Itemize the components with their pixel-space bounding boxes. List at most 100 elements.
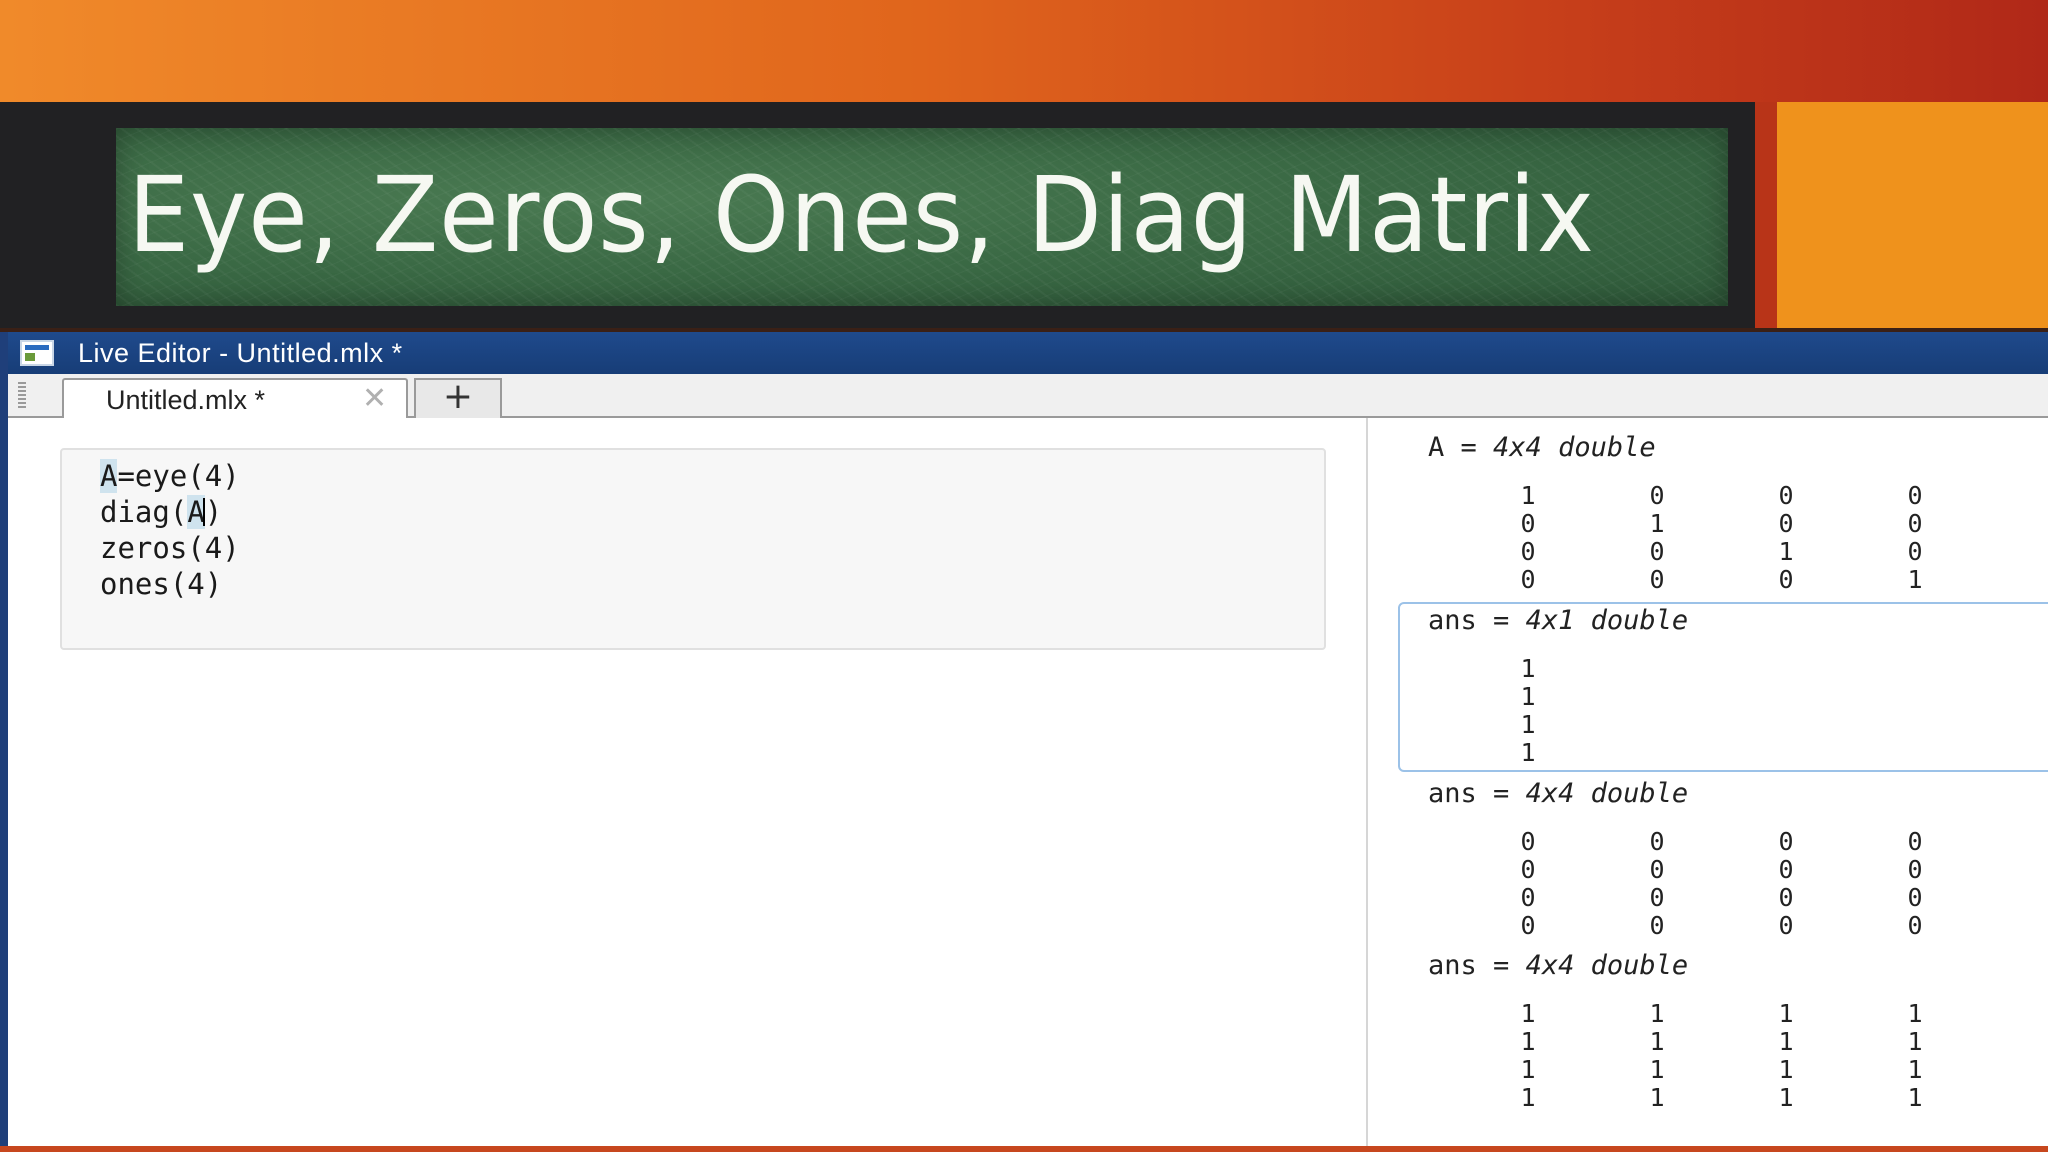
output-equals: = [1476,605,1526,636]
live-editor-app-icon [20,340,54,366]
output-header: A = 4x4 double [1428,433,1656,463]
matrix-cell: 0 [1649,565,1665,594]
window-titlebar[interactable]: Live Editor - Untitled.mlx * [8,332,2048,374]
matrix-row: 1 1 1 1 [0,1028,2048,1056]
matrix-cell: 0 [1907,481,1923,510]
output-size-type: 4x4 double [1525,778,1689,809]
matrix-row: 0 0 0 0 [0,912,2048,940]
matrix-cell: 0 [1520,509,1536,538]
matrix-cell: 0 [1907,509,1923,538]
matrix-cell: 0 [1649,827,1665,856]
matrix-cell: 0 [1907,911,1923,940]
matrix-row: 1 [0,739,2048,767]
matrix-cell: 1 [1520,1055,1536,1084]
matrix-cell: 1 [1520,1083,1536,1112]
output-equals: = [1476,778,1526,809]
matrix-row: 1 1 1 1 [0,1084,2048,1112]
matrix-cell: 0 [1907,537,1923,566]
output-size-type: 4x4 double [1525,950,1689,981]
matrix-cell: 1 [1520,999,1536,1028]
matrix-cell: 1 [1907,999,1923,1028]
matrix-cell: 1 [1778,999,1794,1028]
matrix-row: 0 0 1 0 [0,538,2048,566]
matrix-cell: 0 [1778,855,1794,884]
matrix-cell: 1 [1520,1027,1536,1056]
matrix-cell: 0 [1907,827,1923,856]
matrix-cell: 1 [1649,1027,1665,1056]
matrix-row: 0 0 0 1 [0,566,2048,594]
matrix-cell: 0 [1520,827,1536,856]
matrix-cell: 0 [1520,565,1536,594]
tab-label: Untitled.mlx * [106,385,266,415]
slide-accent-orange [1777,102,2048,328]
matrix-cell: 1 [1907,1055,1923,1084]
matrix-cell: 0 [1649,855,1665,884]
matrix-row: 0 0 0 0 [0,884,2048,912]
document-tabstrip: Untitled.mlx * ✕ + [8,374,2048,420]
matrix-cell: 0 [1778,509,1794,538]
matrix-cell: 1 [1907,565,1923,594]
output-header: ans = 4x1 double [1428,606,1688,636]
output-variable-name: ans [1428,605,1477,636]
output-matrix: 1000010000100001 [0,482,2048,594]
matrix-cell: 1 [1520,481,1536,510]
matrix-cell: 1 [1778,1083,1794,1112]
matrix-cell: 1 [1649,1055,1665,1084]
matrix-cell: 0 [1520,883,1536,912]
slide-title: Eye, Zeros, Ones, Diag Matrix [128,154,1595,276]
output-matrix: 1111 [0,655,2048,767]
matrix-cell: 0 [1649,883,1665,912]
matrix-cell: 1 [1520,654,1536,683]
window-title: Live Editor - Untitled.mlx * [78,338,403,368]
matrix-cell: 0 [1778,481,1794,510]
output-size-type: 4x1 double [1525,605,1689,636]
matrix-row: 0 0 0 0 [0,856,2048,884]
add-tab-button[interactable]: + [414,378,502,418]
output-variable-name: ans [1428,778,1477,809]
matrix-cell: 0 [1907,855,1923,884]
matrix-row: 1 [0,683,2048,711]
matrix-cell: 1 [1778,1055,1794,1084]
matrix-cell: 1 [1907,1083,1923,1112]
output-size-type: 4x4 double [1493,432,1656,463]
tabstrip-grip-handle[interactable] [18,382,26,408]
matrix-cell: 1 [1907,1027,1923,1056]
matrix-cell: 0 [1649,911,1665,940]
output-header: ans = 4x4 double [1428,951,1688,981]
matrix-cell: 1 [1649,509,1665,538]
tab-untitled-mlx[interactable]: Untitled.mlx * ✕ [62,378,408,420]
slide-bottom-strip [0,1146,2048,1152]
matrix-cell: 1 [1778,537,1794,566]
output-header: ans = 4x4 double [1428,779,1688,809]
matrix-cell: 0 [1520,855,1536,884]
matrix-row: 1 1 1 1 [0,1056,2048,1084]
matrix-row: 1 0 0 0 [0,482,2048,510]
matrix-cell: 1 [1520,710,1536,739]
matrix-cell: 1 [1778,1027,1794,1056]
matrix-row: 1 1 1 1 [0,1000,2048,1028]
matrix-cell: 1 [1649,1083,1665,1112]
matrix-cell: 1 [1520,682,1536,711]
matrix-cell: 1 [1520,738,1536,767]
matrix-cell: 0 [1778,565,1794,594]
matrix-row: 0 0 0 0 [0,828,2048,856]
output-variable-name: ans [1428,950,1477,981]
matrix-cell: 0 [1778,827,1794,856]
slide-accent-dark [1755,102,1777,328]
output-equals: = [1444,432,1494,463]
matrix-row: 0 1 0 0 [0,510,2048,538]
matrix-cell: 0 [1907,883,1923,912]
matrix-row: 1 [0,711,2048,739]
output-equals: = [1476,950,1526,981]
slide-top-banner [0,0,2048,102]
matrix-cell: 0 [1520,537,1536,566]
output-variable-name: A [1428,432,1445,463]
output-matrix: 1111111111111111 [0,1000,2048,1112]
output-matrix: 0000000000000000 [0,828,2048,940]
matrix-cell: 0 [1520,911,1536,940]
matrix-cell: 0 [1649,481,1665,510]
matrix-cell: 0 [1778,883,1794,912]
matrix-row: 1 [0,655,2048,683]
matrix-cell: 1 [1649,999,1665,1028]
close-tab-icon[interactable]: ✕ [362,382,387,416]
